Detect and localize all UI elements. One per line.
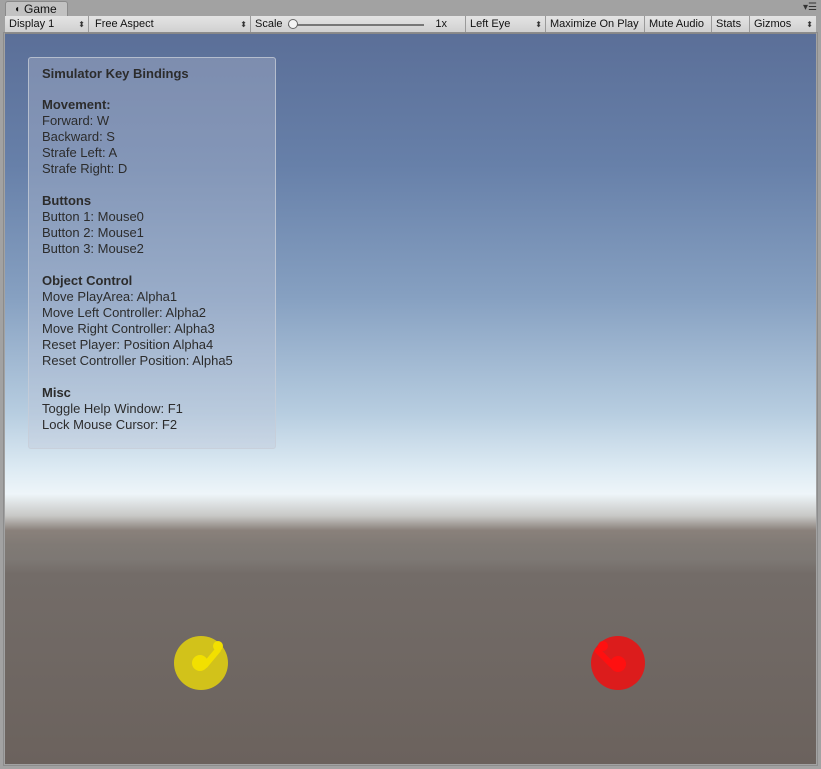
section-heading: Movement: xyxy=(42,97,111,112)
help-section-object-control: Object Control Move PlayArea: Alpha1 Mov… xyxy=(42,273,275,369)
game-viewport[interactable]: Simulator Key Bindings Movement: Forward… xyxy=(5,34,816,764)
binding-line: Lock Mouse Cursor: F2 xyxy=(42,417,178,432)
gizmos-dropdown[interactable]: Gizmos xyxy=(750,16,816,33)
left-controller-knob xyxy=(192,655,208,671)
mute-audio-label: Mute Audio xyxy=(649,18,705,30)
left-controller-tip xyxy=(213,641,223,651)
scale-slider-thumb[interactable] xyxy=(288,19,298,29)
stats-label: Stats xyxy=(716,18,742,30)
aspect-dropdown[interactable]: Free Aspect xyxy=(89,16,251,33)
binding-line: Reset Player: Position Alpha4 xyxy=(42,337,214,352)
binding-line: Reset Controller Position: Alpha5 xyxy=(42,353,233,368)
display-dropdown[interactable]: Display 1 xyxy=(5,16,89,33)
panel-menu-icon[interactable]: ▾☰ xyxy=(803,2,817,13)
gizmos-label: Gizmos xyxy=(754,18,792,30)
aspect-dropdown-label: Free Aspect xyxy=(95,18,154,30)
binding-line: Strafe Right: D xyxy=(42,161,128,176)
section-heading: Object Control xyxy=(42,273,133,288)
help-section-buttons: Buttons Button 1: Mouse0 Button 2: Mouse… xyxy=(42,193,275,257)
scale-control: Scale 1x xyxy=(251,16,466,33)
mute-audio-toggle[interactable]: Mute Audio xyxy=(645,16,712,33)
maximize-on-play-toggle[interactable]: Maximize On Play xyxy=(546,16,645,33)
game-tab[interactable]: ◖ Game xyxy=(5,1,68,17)
binding-line: Move PlayArea: Alpha1 xyxy=(42,289,178,304)
section-heading: Misc xyxy=(42,385,71,400)
unity-game-icon: ◖ xyxy=(14,4,21,15)
right-controller xyxy=(591,636,645,690)
binding-line: Toggle Help Window: F1 xyxy=(42,401,183,416)
scale-slider-track[interactable] xyxy=(288,24,424,26)
binding-line: Button 1: Mouse0 xyxy=(42,209,144,224)
help-window-title: Simulator Key Bindings xyxy=(42,66,189,81)
left-controller xyxy=(174,636,228,690)
maximize-on-play-label: Maximize On Play xyxy=(550,18,639,30)
game-tab-label: Game xyxy=(24,2,57,16)
binding-line: Strafe Left: A xyxy=(42,145,118,160)
game-view-toolbar: Display 1 Free Aspect Scale 1x Left Eye … xyxy=(5,16,816,34)
stats-toggle[interactable]: Stats xyxy=(712,16,750,33)
binding-line: Move Left Controller: Alpha2 xyxy=(42,305,207,320)
scale-value: 1x xyxy=(435,18,447,30)
display-dropdown-label: Display 1 xyxy=(9,18,55,30)
help-window: Simulator Key Bindings Movement: Forward… xyxy=(28,57,276,449)
eye-dropdown-label: Left Eye xyxy=(470,18,511,30)
right-controller-knob xyxy=(610,656,626,672)
binding-line: Forward: W xyxy=(42,113,110,128)
right-controller-tip xyxy=(598,641,608,651)
help-section-movement: Movement: Forward: W Backward: S Strafe … xyxy=(42,97,275,177)
tab-bar: ◖ Game ▾☰ xyxy=(0,0,821,17)
binding-line: Button 3: Mouse2 xyxy=(42,241,144,256)
help-section-misc: Misc Toggle Help Window: F1 Lock Mouse C… xyxy=(42,385,275,433)
binding-line: Backward: S xyxy=(42,129,115,144)
section-heading: Buttons xyxy=(42,193,92,208)
binding-line: Move Right Controller: Alpha3 xyxy=(42,321,215,336)
scale-label: Scale xyxy=(255,18,283,30)
binding-line: Button 2: Mouse1 xyxy=(42,225,144,240)
eye-dropdown[interactable]: Left Eye xyxy=(466,16,546,33)
